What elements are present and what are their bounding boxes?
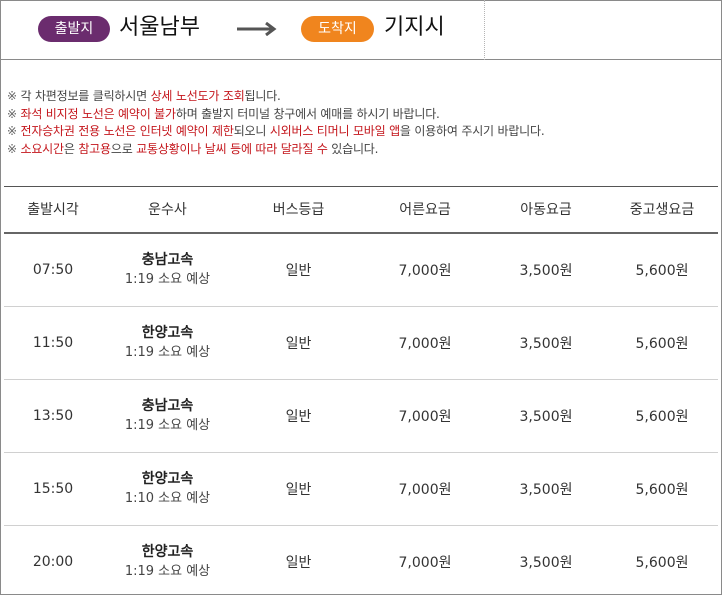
notice-text: 있습니다. <box>327 141 379 156</box>
header-bus-grade: 버스등급 <box>272 202 325 218</box>
travel-duration: 1:19 소요 예상 <box>124 345 211 360</box>
arrival-badge: 도착지 <box>301 16 374 42</box>
notice-text: 됩니다. <box>244 89 281 103</box>
departure-time: 11:50 <box>32 335 74 351</box>
notice-highlight: 좌석 비지정 노선은 예약이 불가 <box>20 106 176 121</box>
bus-grade: 일반 <box>285 263 312 279</box>
teen-fare: 5,600원 <box>635 409 689 425</box>
header-child-fare: 아동요금 <box>520 202 572 218</box>
notice-text: ※ <box>7 89 21 103</box>
table-row[interactable]: 11:50 한양고속 1:19 소요 예상 일반 7,000원 3,500원 5,600원 <box>4 307 718 380</box>
notice-text: 하며 출발지 터미널 창구에서 예매를 하시기 바랍니다. <box>175 106 440 121</box>
teen-fare: 5,600원 <box>635 336 689 352</box>
company-cell: 한양고속 1:19 소요 예상 <box>102 542 233 582</box>
notice-text: ※ <box>7 106 21 121</box>
child-fare: 3,500원 <box>519 409 573 425</box>
table-row[interactable]: 13:50 충남고속 1:19 소요 예상 일반 7,000원 3,500원 5,600원 <box>4 380 718 453</box>
table-header: 출발시각 운수사 버스등급 어른요금 아동요금 중고생요금 <box>4 186 718 234</box>
header-teen-fare: 중고생요금 <box>629 202 695 218</box>
table-row[interactable]: 20:00 한양고속 1:19 소요 예상 일반 7,000원 3,500원 5,600원 <box>4 526 718 595</box>
route-header: 출발지 서울남부 도착지 기지시 <box>0 0 722 60</box>
notice-highlight: 참고용 <box>78 141 111 156</box>
teen-fare: 5,600원 <box>635 482 689 498</box>
notice-list: ※ 각 차편정보를 클릭하시면 상세 노선도가 조회됩니다. ※ 좌석 비지정 노… <box>7 88 717 158</box>
notice-text: 각 차편정보를 클릭하시면 <box>20 89 151 103</box>
teen-fare: 5,600원 <box>635 263 689 279</box>
notice-highlight: 전자승차권 전용 노선은 인터넷 예약이 제한 <box>20 124 234 138</box>
bus-grade: 일반 <box>285 482 312 498</box>
company-cell: 한양고속 1:10 소요 예상 <box>102 469 233 509</box>
schedule-table: 출발시각 운수사 버스등급 어른요금 아동요금 중고생요금 07:50 충남고속 1… <box>4 186 718 595</box>
notice-text: 으로 <box>110 141 137 156</box>
company-name: 충남고속 <box>141 398 194 414</box>
company-cell: 충남고속 1:19 소요 예상 <box>102 250 233 290</box>
notice-line: ※ 각 차편정보를 클릭하시면 상세 노선도가 조회됩니다. <box>7 88 717 106</box>
table-row[interactable]: 07:50 충남고속 1:19 소요 예상 일반 7,000원 3,500원 5,600원 <box>4 234 718 307</box>
notice-text: ※ <box>7 141 21 156</box>
child-fare: 3,500원 <box>519 263 573 279</box>
adult-fare: 7,000원 <box>398 336 452 352</box>
notice-text: 되오니 <box>233 124 270 138</box>
teen-fare: 5,600원 <box>635 555 689 571</box>
header-departure-time: 출발시각 <box>27 202 79 218</box>
notice-line: ※ 전자승차권 전용 노선은 인터넷 예약이 제한되오니 시외버스 티머니 모바… <box>7 123 717 141</box>
company-cell: 한양고속 1:19 소요 예상 <box>102 323 233 363</box>
adult-fare: 7,000원 <box>398 263 452 279</box>
adult-fare: 7,000원 <box>398 555 452 571</box>
departure-time: 15:50 <box>32 481 74 497</box>
table-body: 07:50 충남고속 1:19 소요 예상 일반 7,000원 3,500원 5,600원 1… <box>4 234 718 595</box>
travel-duration: 1:10 소요 예상 <box>124 491 211 506</box>
departure-time: 07:50 <box>32 262 74 278</box>
notice-text: 은 <box>63 141 79 156</box>
notice-text: 을 이용하여 주시기 바랍니다. <box>399 124 545 138</box>
departure-name: 서울남부 <box>119 15 200 40</box>
travel-duration: 1:19 소요 예상 <box>124 418 211 433</box>
company-name: 한양고속 <box>141 544 194 560</box>
arrival-name: 기지시 <box>384 15 445 40</box>
travel-duration: 1:19 소요 예상 <box>124 272 211 287</box>
child-fare: 3,500원 <box>519 555 573 571</box>
notice-line: ※ 좌석 비지정 노선은 예약이 불가하며 출발지 터미널 창구에서 예매를 하… <box>7 106 717 124</box>
company-cell: 충남고속 1:19 소요 예상 <box>102 396 233 436</box>
company-name: 한양고속 <box>141 471 194 487</box>
company-name: 충남고속 <box>141 252 194 268</box>
bus-grade: 일반 <box>285 555 312 571</box>
header-adult-fare: 어른요금 <box>399 202 451 218</box>
notice-highlight: 소요시간 <box>20 141 64 156</box>
notice-highlight: 교통상황이나 날씨 등에 따라 달라질 수 <box>136 141 328 156</box>
notice-highlight: 상세 노선도가 조회 <box>150 89 245 103</box>
notice-text: ※ <box>7 124 21 138</box>
notice-highlight: 시외버스 티머니 모바일 앱 <box>269 124 400 138</box>
header-divider <box>484 0 485 60</box>
bus-grade: 일반 <box>285 409 312 425</box>
header-company: 운수사 <box>148 202 187 218</box>
notice-line: ※ 소요시간은 참고용으로 교통상황이나 날씨 등에 따라 달라질 수 있습니다… <box>7 141 717 159</box>
table-row[interactable]: 15:50 한양고속 1:10 소요 예상 일반 7,000원 3,500원 5,600원 <box>4 453 718 526</box>
travel-duration: 1:19 소요 예상 <box>124 564 211 579</box>
adult-fare: 7,000원 <box>398 482 452 498</box>
departure-time: 20:00 <box>32 554 74 570</box>
bus-grade: 일반 <box>285 336 312 352</box>
departure-badge: 출발지 <box>38 16 110 42</box>
departure-time: 13:50 <box>32 408 74 424</box>
arrow-right-icon <box>237 22 277 36</box>
adult-fare: 7,000원 <box>398 409 452 425</box>
child-fare: 3,500원 <box>519 482 573 498</box>
company-name: 한양고속 <box>141 325 194 341</box>
child-fare: 3,500원 <box>519 336 573 352</box>
